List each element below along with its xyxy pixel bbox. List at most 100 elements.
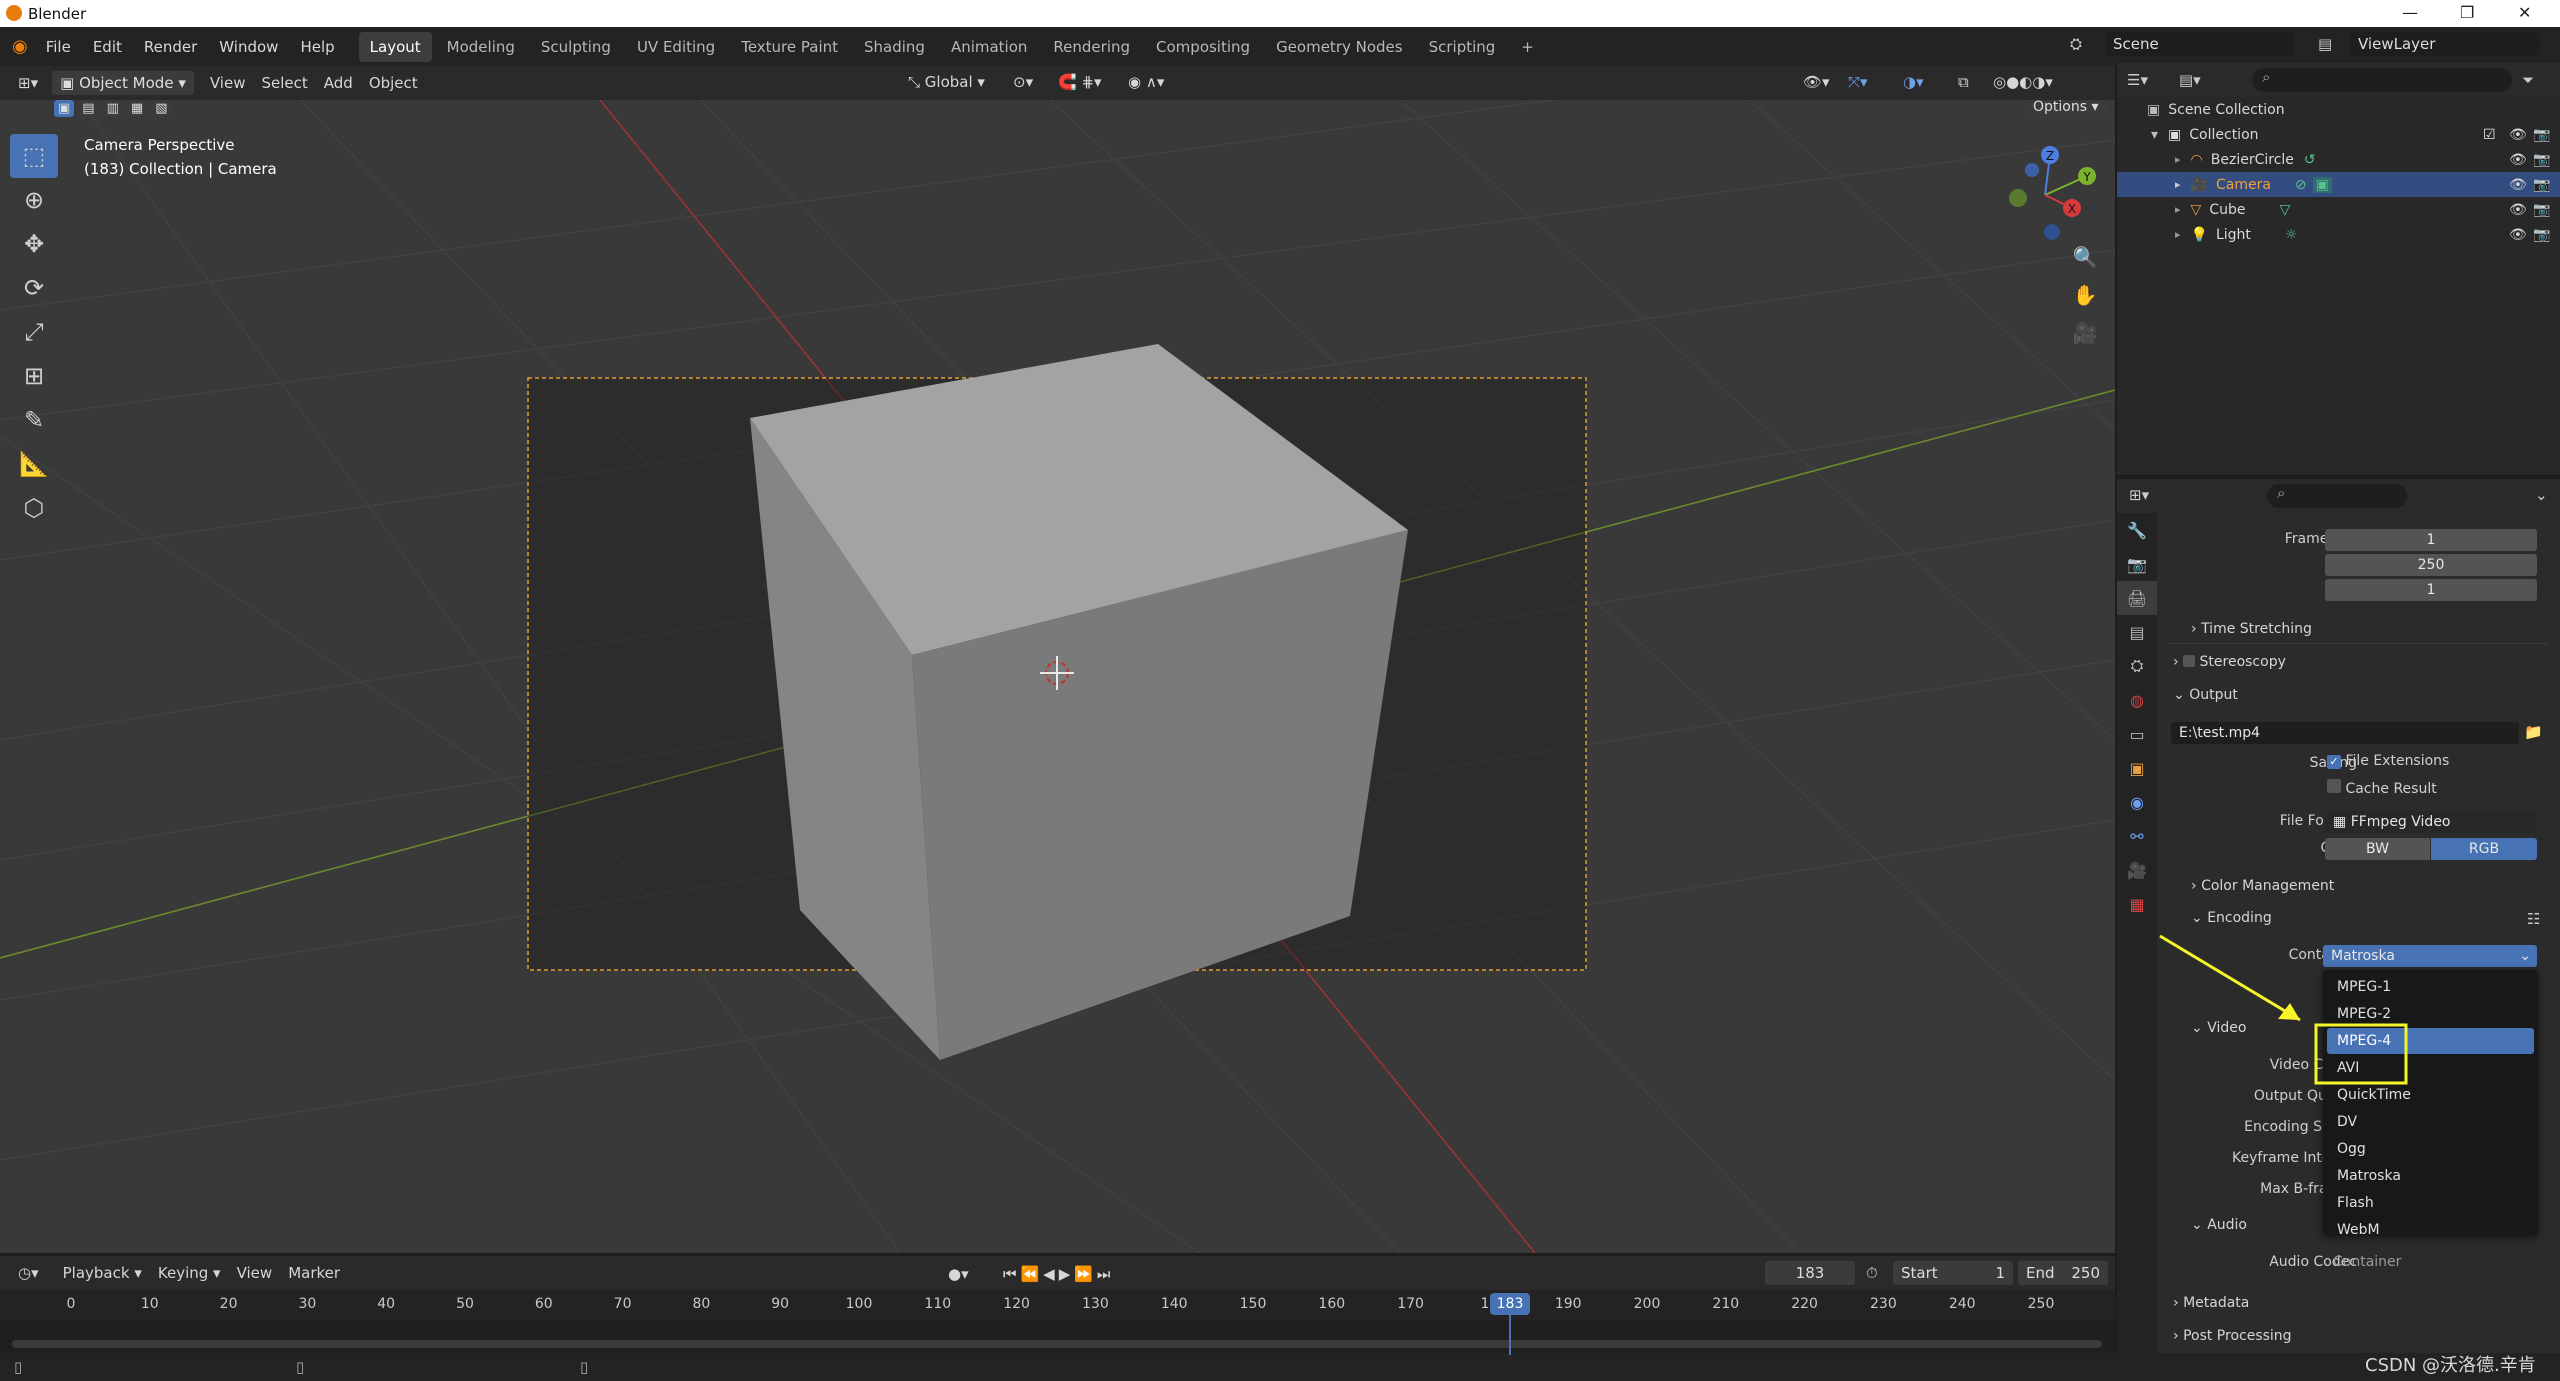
tab-animation[interactable]: Animation: [940, 32, 1038, 62]
navigation-gizmo[interactable]: Z Y X: [1990, 140, 2100, 250]
tool-tab-icon[interactable]: 🔧: [2117, 513, 2157, 547]
select-box-tool-icon[interactable]: ⬚: [10, 134, 58, 178]
menu-help[interactable]: Help: [300, 38, 334, 56]
properties-search-input[interactable]: ⌕: [2267, 484, 2407, 508]
timeline-editor-icon[interactable]: ◷▾: [10, 1260, 47, 1286]
dropdown-option[interactable]: Flash: [2327, 1190, 2534, 1216]
overlay-toggle-icon[interactable]: ◑▾: [1895, 69, 1932, 95]
menu-edit[interactable]: Edit: [93, 38, 122, 56]
frame-step-field[interactable]: 1: [2325, 579, 2537, 601]
minimize-button[interactable]: —: [2402, 3, 2418, 22]
tab-compositing[interactable]: Compositing: [1145, 32, 1261, 62]
stereoscopy-section[interactable]: › Stereoscopy: [2173, 654, 2286, 670]
visibility-eye-icon[interactable]: 👁: [2509, 202, 2527, 218]
cache-result-checkbox[interactable]: Cache Result: [2327, 779, 2437, 797]
collapse-icon[interactable]: ▾: [2151, 127, 2158, 143]
output-path-input[interactable]: E:\test.mp4: [2171, 722, 2519, 744]
dropdown-option[interactable]: DV: [2327, 1109, 2534, 1135]
menu-keying[interactable]: Keying ▾: [150, 1260, 229, 1286]
playback-controls-icon[interactable]: ⏮⏪◀▶⏩⏭: [995, 1261, 1122, 1287]
stereoscopy-checkbox[interactable]: [2183, 655, 2196, 667]
menu-view[interactable]: View: [202, 70, 254, 96]
dropdown-option[interactable]: Ogg: [2327, 1136, 2534, 1162]
dropdown-option[interactable]: WebM: [2327, 1217, 2534, 1243]
tab-sculpting[interactable]: Sculpting: [530, 32, 622, 62]
world-tab-icon[interactable]: ◍: [2117, 683, 2157, 717]
dropdown-option[interactable]: Matroska: [2327, 1163, 2534, 1189]
playhead[interactable]: 183: [1490, 1293, 1530, 1315]
transform-orientation[interactable]: ⤡ Global ▾: [900, 69, 993, 95]
visibility-eye-icon[interactable]: 👁: [2509, 152, 2527, 168]
options-button[interactable]: Options ▾: [2025, 100, 2107, 118]
expand-icon[interactable]: ▸: [2175, 178, 2181, 191]
menu-render[interactable]: Render: [144, 38, 197, 56]
menu-window[interactable]: Window: [219, 38, 278, 56]
view-layer-selector[interactable]: ViewLayer: [2350, 32, 2540, 56]
visibility-eye-icon[interactable]: 👁: [2509, 127, 2527, 143]
expand-icon[interactable]: ▸: [2175, 153, 2181, 166]
outliner-collection[interactable]: ▾ ▣ Collection ☑ 👁 📷: [2117, 122, 2560, 147]
tab-scripting[interactable]: Scripting: [1418, 32, 1507, 62]
expand-icon[interactable]: ▸: [2175, 203, 2181, 216]
add-workspace-button[interactable]: +: [1510, 32, 1545, 62]
current-frame-field[interactable]: 183: [1765, 1261, 1855, 1285]
object-tab-icon[interactable]: ▣: [2117, 751, 2157, 785]
cursor-tool-icon[interactable]: ⊕: [10, 178, 58, 222]
camera-view-icon[interactable]: 🎥: [2068, 316, 2102, 350]
display-mode-icon[interactable]: ▤▾: [2179, 71, 2201, 89]
render-camera-icon[interactable]: 📷: [2533, 202, 2550, 218]
select-subtract-icon[interactable]: ▥: [102, 100, 123, 117]
file-format-select[interactable]: ▦ FFmpeg Video: [2325, 811, 2537, 833]
record-icon[interactable]: ●▾: [940, 1261, 977, 1287]
end-frame-field[interactable]: End 250: [2018, 1261, 2108, 1285]
annotate-tool-icon[interactable]: ✎: [10, 398, 58, 442]
timeline-scrollbar[interactable]: [12, 1340, 2102, 1348]
physics-tab-icon[interactable]: ◉: [2117, 785, 2157, 819]
collection-checkbox-icon[interactable]: ☑: [2483, 127, 2496, 143]
menu-playback[interactable]: Playback ▾: [55, 1260, 150, 1286]
color-bw-button[interactable]: BW: [2325, 838, 2430, 860]
menu-object[interactable]: Object: [361, 70, 426, 96]
render-tab-icon[interactable]: 📷: [2117, 547, 2157, 581]
transform-tool-icon[interactable]: ⊞: [10, 354, 58, 398]
render-camera-icon[interactable]: 📷: [2533, 177, 2550, 193]
outliner-item-camera[interactable]: ▸ 🎥 Camera ⊘ ▣ 👁 📷: [2117, 172, 2560, 197]
pan-hand-icon[interactable]: ✋: [2068, 278, 2102, 312]
outliner-item-cube[interactable]: ▸ ▽ Cube ▽ 👁 📷: [2117, 197, 2560, 222]
menu-file[interactable]: File: [46, 38, 71, 56]
time-stretching-section[interactable]: › Time Stretching: [2191, 621, 2312, 637]
audio-section[interactable]: ⌄ Audio: [2191, 1217, 2247, 1233]
tab-uv-editing[interactable]: UV Editing: [626, 32, 726, 62]
camera-data-tab-icon[interactable]: 🎥: [2117, 853, 2157, 887]
mode-selector[interactable]: ▣ Object Mode ▾: [52, 71, 194, 95]
close-button[interactable]: ✕: [2518, 3, 2531, 22]
post-processing-section[interactable]: › Post Processing: [2173, 1328, 2292, 1344]
properties-editor-icon[interactable]: ⊞▾: [2129, 486, 2149, 504]
tab-rendering[interactable]: Rendering: [1042, 32, 1141, 62]
output-tab-icon[interactable]: 🖨: [2117, 581, 2157, 615]
move-tool-icon[interactable]: ✥: [10, 222, 58, 266]
select-intersect-icon[interactable]: ▧: [151, 100, 172, 117]
frame-start-field[interactable]: 1: [2325, 529, 2537, 551]
select-new-icon[interactable]: ▣: [54, 100, 75, 117]
folder-icon[interactable]: 📁: [2524, 723, 2543, 741]
tab-shading[interactable]: Shading: [853, 32, 936, 62]
xray-icon[interactable]: ⧉: [1950, 69, 1977, 95]
render-camera-icon[interactable]: 📷: [2533, 227, 2550, 243]
visibility-eye-icon[interactable]: 👁: [2509, 177, 2527, 193]
frame-end-field[interactable]: 250: [2325, 554, 2537, 576]
presets-list-icon[interactable]: ☷: [2527, 910, 2540, 928]
constraints-tab-icon[interactable]: ⚯: [2117, 819, 2157, 853]
file-extensions-checkbox[interactable]: ✓ File Extensions: [2327, 753, 2449, 769]
output-section[interactable]: ⌄ Output: [2173, 687, 2238, 703]
snap-icon[interactable]: 🧲 ⋕▾: [1050, 69, 1110, 95]
outliner-editor-icon[interactable]: ☰▾: [2127, 71, 2148, 89]
outliner-search-input[interactable]: ⌕: [2252, 68, 2512, 92]
scene-tab-icon[interactable]: ⛭: [2117, 649, 2157, 683]
zoom-icon[interactable]: 🔍: [2068, 240, 2102, 274]
start-frame-field[interactable]: Start 1: [1893, 1261, 2013, 1285]
select-extend-icon[interactable]: ▤: [78, 100, 99, 117]
gizmo-toggle-icon[interactable]: ⤧▾: [1840, 69, 1876, 95]
outliner-item-light[interactable]: ▸ 💡 Light ☼ 👁 📷: [2117, 222, 2560, 247]
menu-timeline-view[interactable]: View: [229, 1260, 281, 1286]
